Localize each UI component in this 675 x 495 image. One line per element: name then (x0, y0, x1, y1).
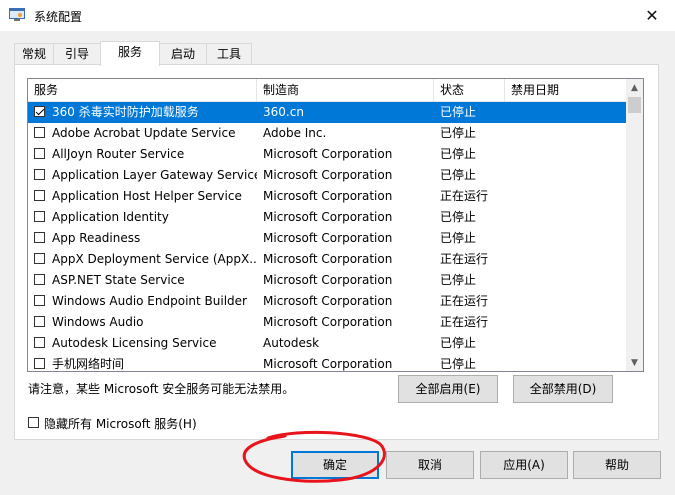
service-checkbox[interactable] (34, 316, 45, 327)
tab-label: 常规 (21, 47, 46, 61)
service-checkbox[interactable] (34, 274, 45, 285)
window-title: 系统配置 (34, 10, 83, 24)
service-status: 已停止 (440, 147, 477, 161)
service-manufacturer: Microsoft Corporation (263, 315, 393, 329)
service-checkbox[interactable] (34, 211, 45, 222)
service-checkbox[interactable] (34, 106, 45, 117)
service-manufacturer: Microsoft Corporation (263, 357, 393, 371)
hide-microsoft-label: 隐藏所有 Microsoft 服务(H) (44, 417, 197, 431)
service-status: 已停止 (440, 168, 477, 182)
service-name: App Readiness (52, 231, 141, 245)
service-row[interactable]: Adobe Acrobat Update Service Adobe Inc. 已停… (28, 123, 626, 144)
enable-all-button[interactable]: 全部启用(E) (398, 375, 498, 403)
close-button[interactable]: ✕ (629, 0, 675, 31)
tab-general[interactable]: 常规 (14, 43, 54, 64)
close-icon: ✕ (645, 6, 659, 25)
service-name: Application Identity (52, 210, 169, 224)
service-row[interactable]: 360 杀毒实时防护加载服务 360.cn 已停止 (28, 102, 626, 123)
service-status: 已停止 (440, 105, 477, 119)
service-status: 已停止 (440, 357, 477, 371)
service-row[interactable]: Windows Audio Endpoint Builder Microsoft … (28, 291, 626, 312)
service-manufacturer: Microsoft Corporation (263, 189, 393, 203)
service-row[interactable]: Windows Audio Microsoft Corporation 正在运行 (28, 312, 626, 333)
service-row[interactable]: ASP.NET State Service Microsoft Corporati… (28, 270, 626, 291)
service-checkbox[interactable] (34, 337, 45, 348)
service-status: 已停止 (440, 210, 477, 224)
tab-label: 启动 (170, 47, 195, 61)
service-row[interactable]: AllJoyn Router Service Microsoft Corporat… (28, 144, 626, 165)
vertical-scrollbar[interactable]: ▲ ▼ (626, 79, 643, 371)
tab-label: 服务 (117, 45, 142, 59)
service-checkbox[interactable] (34, 253, 45, 264)
service-row[interactable]: 手机网络时间 Microsoft Corporation 已停止 (28, 354, 626, 371)
service-name: AppX Deployment Service (AppX... (52, 252, 257, 266)
service-row[interactable]: Application Layer Gateway Service Microso… (28, 165, 626, 186)
service-name: Windows Audio (52, 315, 144, 329)
service-name: 360 杀毒实时防护加载服务 (52, 105, 199, 119)
column-header-status[interactable]: 状态 (434, 79, 505, 101)
service-status: 正在运行 (440, 252, 489, 266)
apply-button[interactable]: 应用(A) (480, 451, 568, 479)
tab-startup[interactable]: 启动 (159, 43, 207, 64)
service-name: Autodesk Licensing Service (52, 336, 217, 350)
service-status: 正在运行 (440, 189, 489, 203)
security-note: 请注意，某些 Microsoft 安全服务可能无法禁用。 (28, 382, 295, 396)
service-manufacturer: Adobe Inc. (263, 126, 327, 140)
column-header-disabled-date[interactable]: 禁用日期 (505, 79, 626, 101)
service-checkbox[interactable] (34, 127, 45, 138)
tab-label: 工具 (216, 47, 241, 61)
service-status: 已停止 (440, 273, 477, 287)
service-manufacturer: Microsoft Corporation (263, 168, 393, 182)
service-name: ASP.NET State Service (52, 273, 185, 287)
column-header-manufacturer[interactable]: 制造商 (257, 79, 434, 101)
service-status: 正在运行 (440, 294, 489, 308)
hide-microsoft-checkbox[interactable] (28, 417, 39, 428)
service-row[interactable]: AppX Deployment Service (AppX... Microsof… (28, 249, 626, 270)
help-button[interactable]: 帮助 (573, 451, 661, 479)
service-manufacturer: 360.cn (263, 105, 304, 119)
service-status: 已停止 (440, 126, 477, 140)
service-status: 正在运行 (440, 315, 489, 329)
tab-boot[interactable]: 引导 (53, 43, 101, 64)
service-checkbox[interactable] (34, 169, 45, 180)
disable-all-button[interactable]: 全部禁用(D) (513, 375, 613, 403)
ok-button[interactable]: 确定 (291, 451, 379, 479)
service-row[interactable]: Application Identity Microsoft Corporatio… (28, 207, 626, 228)
scroll-thumb[interactable] (628, 97, 641, 113)
service-checkbox[interactable] (34, 190, 45, 201)
service-status: 已停止 (440, 231, 477, 245)
service-checkbox[interactable] (34, 295, 45, 306)
service-checkbox[interactable] (34, 232, 45, 243)
service-manufacturer: Microsoft Corporation (263, 294, 393, 308)
service-name: Application Host Helper Service (52, 189, 242, 203)
services-list[interactable]: 服务 制造商 状态 禁用日期 360 杀毒实时防护加载服务 360.cn 已停止 Ad… (27, 78, 644, 372)
service-name: Application Layer Gateway Service (52, 168, 257, 182)
scroll-up-icon[interactable]: ▲ (626, 79, 643, 96)
service-status: 已停止 (440, 336, 477, 350)
service-name: Windows Audio Endpoint Builder (52, 294, 247, 308)
service-manufacturer: Microsoft Corporation (263, 252, 393, 266)
service-manufacturer: Autodesk (263, 336, 320, 350)
service-name: AllJoyn Router Service (52, 147, 185, 161)
tab-tools[interactable]: 工具 (206, 43, 252, 64)
settings-window-icon (9, 8, 25, 21)
service-checkbox[interactable] (34, 148, 45, 159)
tab-services[interactable]: 服务 (100, 41, 160, 66)
title-bar: 系统配置 ✕ (0, 0, 675, 31)
list-header: 服务 制造商 状态 禁用日期 (28, 79, 626, 102)
column-header-service[interactable]: 服务 (28, 79, 257, 101)
service-row[interactable]: Autodesk Licensing Service Autodesk 已停止 (28, 333, 626, 354)
service-checkbox[interactable] (34, 358, 45, 369)
service-name: Adobe Acrobat Update Service (52, 126, 236, 140)
service-row[interactable]: Application Host Helper Service Microsoft… (28, 186, 626, 207)
service-manufacturer: Microsoft Corporation (263, 147, 393, 161)
scroll-down-icon[interactable]: ▼ (626, 354, 643, 371)
service-manufacturer: Microsoft Corporation (263, 210, 393, 224)
service-row[interactable]: App Readiness Microsoft Corporation 已停止 (28, 228, 626, 249)
service-manufacturer: Microsoft Corporation (263, 273, 393, 287)
service-name: 手机网络时间 (52, 357, 125, 371)
cancel-button[interactable]: 取消 (386, 451, 474, 479)
tab-label: 引导 (64, 47, 89, 61)
service-manufacturer: Microsoft Corporation (263, 231, 393, 245)
